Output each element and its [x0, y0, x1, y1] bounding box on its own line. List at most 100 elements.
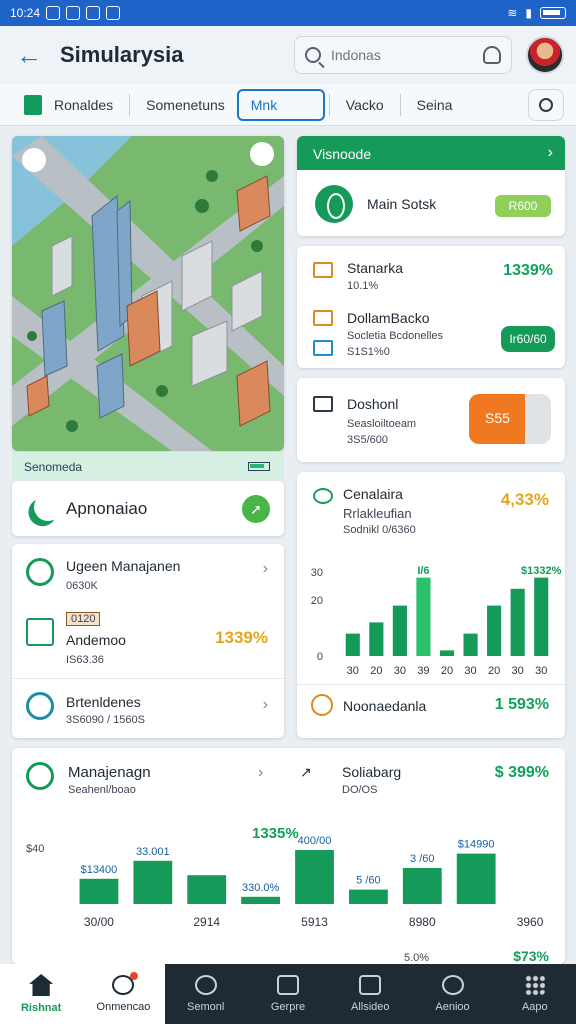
dash-card-pill[interactable]: S55 [469, 394, 551, 444]
divider [297, 684, 565, 685]
data-label: 3 /60 [410, 853, 434, 865]
data-label: 400/00 [298, 835, 332, 847]
app-bar: ← Simularysia Indonas [0, 26, 576, 84]
search-input[interactable]: Indonas [294, 36, 512, 74]
system-icons: ≋ ▮ [507, 6, 566, 20]
tab-vacko[interactable]: Vacko [334, 89, 396, 121]
tab-label: Vacko [345, 96, 384, 113]
search-icon [311, 694, 333, 716]
ap-card[interactable]: Apnonaiao ➚ [12, 481, 284, 536]
list-item[interactable]: 0120 Andemoo IS63.36 1339% [12, 608, 284, 678]
chart-bar [187, 875, 227, 904]
city-map[interactable] [12, 136, 284, 451]
list-item-sub: 3S6090 / 1560S [66, 714, 145, 726]
chart-card-title: Cenalaira [343, 486, 403, 502]
data-label: $14990 [458, 839, 495, 851]
arrow-icon[interactable]: ➚ [242, 495, 270, 523]
back-arrow-icon[interactable]: ← [16, 40, 46, 71]
tab-search-button[interactable] [528, 88, 564, 121]
sync-icon [106, 6, 121, 20]
chart-bar [241, 896, 281, 904]
nav-item-activity[interactable]: Onmencao [82, 964, 165, 1024]
x-tick-label: 39 [417, 665, 429, 677]
x-tick-label: 30 [394, 665, 406, 677]
list-item-sub: Socletia Bcdonelles [347, 330, 444, 342]
list-item-sub: 0630K [66, 580, 98, 592]
moon-icon [26, 762, 54, 790]
chart-bar [510, 588, 525, 656]
nav-label: Rishnat [20, 1002, 62, 1014]
tab-somenetuns[interactable]: Somenetuns [134, 89, 237, 121]
data-label: $1332% [521, 565, 562, 577]
tab-label: Somenetuns [146, 96, 225, 113]
notification-icon [46, 6, 61, 20]
list-item-button[interactable]: Ir60/60 [501, 326, 555, 352]
document-icon [24, 94, 42, 115]
nav-item-home[interactable]: Rishnat [0, 964, 83, 1024]
nav-label: Allsideo [351, 1001, 390, 1013]
chart-card-sub: Seahenl/boao [68, 784, 136, 796]
data-label: $13400 [81, 864, 118, 876]
divider [328, 93, 330, 116]
divider [129, 93, 131, 116]
y-tick-label: 30 [311, 567, 323, 579]
nav-label: Onmencao [96, 1001, 151, 1013]
chart-bar [133, 860, 173, 904]
nav-item-apps[interactable]: Aapo [493, 964, 576, 1024]
x-tick-label: 30 [512, 665, 524, 677]
summary-card-button[interactable]: R600 [495, 195, 551, 217]
data-label: 330.0% [242, 882, 280, 894]
summary-card[interactable]: Visnoode › Main Sotsk R600 [297, 136, 565, 236]
tab-seina[interactable]: Seina [405, 89, 465, 121]
avatar[interactable] [526, 36, 564, 74]
list-item[interactable]: Ugeen Manajanen 0630K › [12, 544, 284, 608]
chart-bar [463, 633, 478, 656]
calendar-icon [359, 975, 382, 995]
document-icon [26, 618, 54, 646]
nav-item-puzzle[interactable]: Gerpre [246, 964, 330, 1024]
battery-icon [248, 462, 270, 471]
nav-item-search[interactable]: Semonl [164, 964, 247, 1024]
ap-card-label: Apnonaiao [66, 499, 148, 518]
stack-card: Stanarka 10.1% 1339% DollamBacko Socleti… [297, 246, 565, 368]
chart-card-right-value: $ 399% [494, 764, 549, 781]
dash-card[interactable]: Doshonl Seasloiltoeam 3S5/600 S55 [297, 378, 565, 462]
search-icon [305, 47, 321, 63]
list-item[interactable]: DollamBacko Socletia Bcdonelles S1S1%0 I… [297, 302, 569, 368]
x-tick-label: 20 [488, 665, 500, 677]
chart-bar [456, 853, 496, 904]
chevron-right-icon: › [547, 144, 553, 161]
x-tick-label: 5913 [301, 915, 328, 929]
list-item-title: Andemoo [66, 632, 126, 648]
nav-label: Aenioo [435, 1001, 470, 1013]
list-item[interactable]: Stanarka 10.1% 1339% [297, 246, 569, 302]
list-card: Ugeen Manajanen 0630K › 0120 Andemoo IS6… [12, 544, 284, 738]
list-item-sub: 10.1% [347, 280, 379, 292]
chart-card: Manajenagn Seahenl/boao › ↗ Soliabarg DO… [12, 748, 565, 964]
puzzle-icon [276, 975, 299, 995]
list-item-title: Stanarka [347, 260, 404, 276]
bar-chart: 0 20 30 30 20 30 39 20 30 20 30 30 I/6 $1332% [311, 565, 562, 677]
notification-icons [46, 6, 121, 20]
divider [399, 93, 401, 116]
search-placeholder: Indonas [331, 47, 381, 63]
summary-card-label: Main Sotsk [367, 196, 437, 212]
bottom-nav: Rishnat Onmencao Semonl Gerpre Allsideo … [0, 964, 576, 1024]
data-label: 5 /60 [356, 875, 380, 887]
dash-card-title: Doshonl [347, 396, 399, 412]
moon-icon [30, 489, 66, 525]
y-tick-label: 20 [311, 595, 323, 607]
x-tick-label: 30 [535, 665, 547, 677]
user-icon[interactable] [483, 46, 501, 64]
chart-card-footer-title: Noonaedanla [343, 698, 427, 714]
list-item[interactable]: Brtenldenes 3S6090 / 1560S › [12, 678, 284, 738]
nav-item-calendar[interactable]: Allsideo [329, 964, 412, 1024]
chart-card-bottom-value: 5.0% [404, 952, 430, 964]
nav-item-search-2[interactable]: Aenioo [411, 964, 494, 1024]
nav-label: Semonl [187, 1001, 225, 1013]
edit-icon [313, 262, 333, 278]
tab-mnk[interactable]: Mnk [236, 88, 325, 121]
tab-ronaldes[interactable]: Ronaldes [12, 89, 125, 121]
x-tick-label: 20 [370, 665, 382, 677]
signal-icon: ▮ [525, 6, 532, 20]
